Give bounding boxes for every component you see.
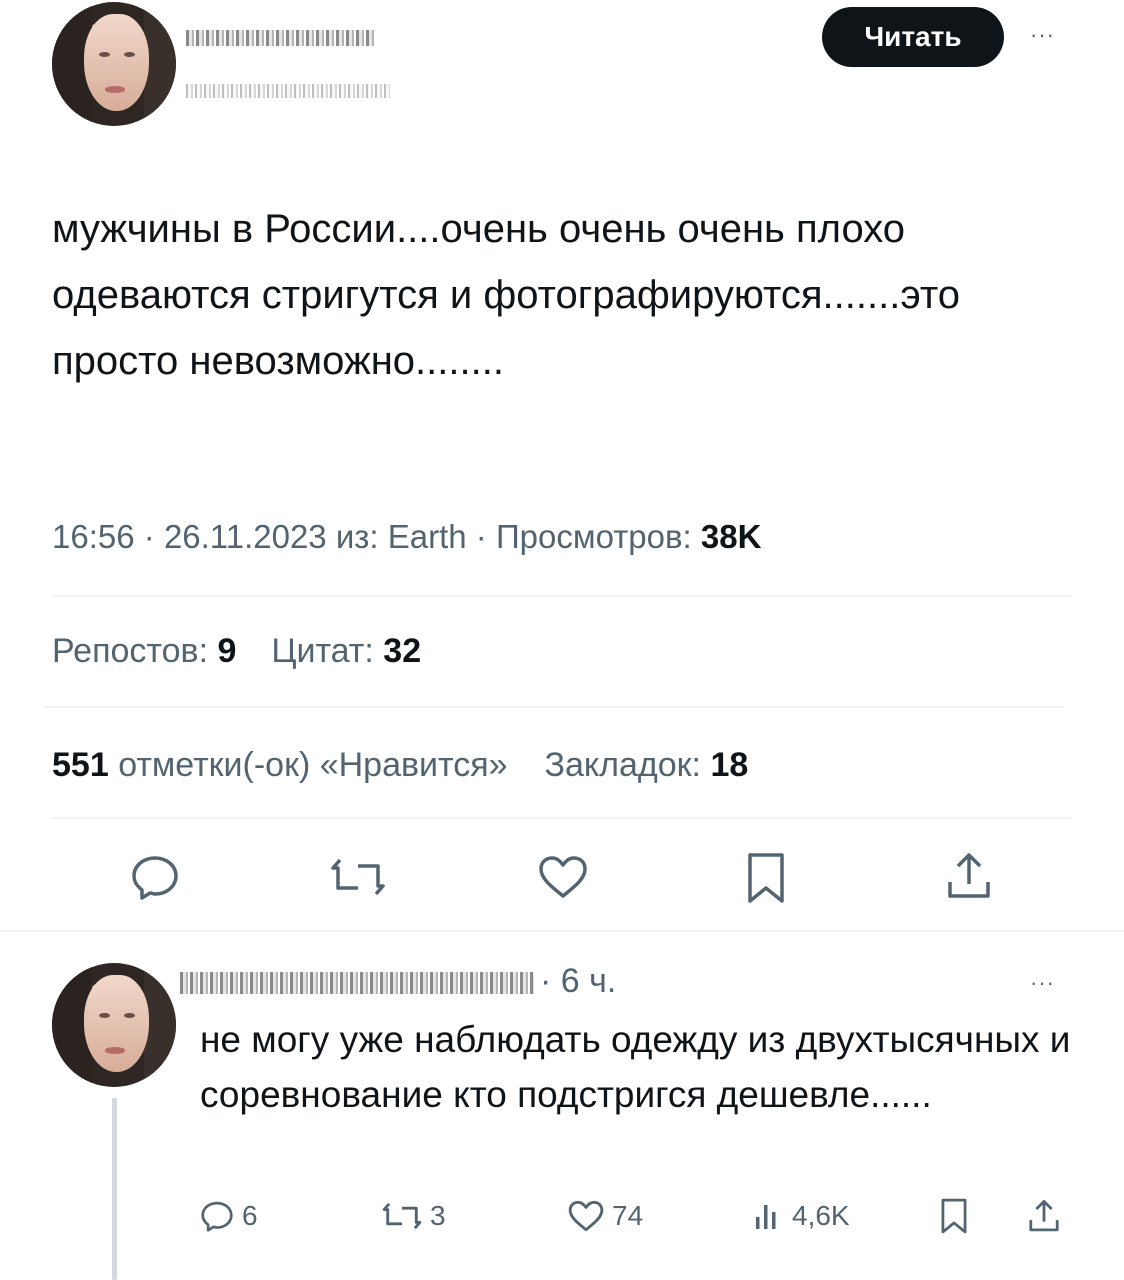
follow-button[interactable]: Читать [822,7,1004,67]
likes-bookmark-stats: 551 отметки(-ок) «Нравится» Закладок: 18 [52,746,748,785]
views-count: 38K [700,518,762,555]
quotes-stat[interactable]: Цитат: 32 [271,632,421,670]
like-icon[interactable] [538,855,588,899]
bookmark-icon[interactable] [746,852,786,904]
tweet-source: Earth [387,518,467,555]
bookmark-icon [941,1198,967,1234]
likes-stat[interactable]: 551 отметки(-ок) «Нравится» [52,746,508,784]
views-count: 4,6K [792,1200,850,1231]
divider [52,817,1072,819]
reply-count: 6 [242,1200,258,1231]
repost-icon[interactable] [330,856,386,898]
reply-like-button[interactable]: 74 [568,1196,643,1236]
author-avatar[interactable] [52,2,176,126]
tweet-time[interactable]: 16:56 [52,518,135,555]
divider [0,930,1124,932]
repost-count: 3 [430,1200,446,1231]
thread-line [112,1098,117,1280]
reply-author-avatar[interactable] [52,963,176,1087]
reply-repost-button[interactable]: 3 [382,1196,446,1236]
like-icon [568,1200,604,1232]
repost-icon [382,1202,422,1230]
tweet-text: мужчины в России....очень очень очень пл… [52,207,960,383]
like-count: 74 [612,1200,644,1231]
reply-share-button[interactable] [1028,1196,1060,1236]
reply-views-button[interactable]: 4,6K [754,1196,850,1236]
reply-icon [201,1201,233,1232]
share-icon[interactable] [946,852,992,900]
share-icon [1029,1200,1059,1232]
more-options-icon[interactable]: ··· [1030,22,1055,48]
author-name-redacted[interactable] [186,30,376,46]
tweet-date[interactable]: 26.11.2023 [164,518,327,555]
divider [44,706,1064,708]
source-label: из: [335,518,379,555]
repost-quote-stats: Репостов: 9 Цитат: 32 [52,632,421,671]
reply-icon[interactable] [130,854,180,900]
reposts-stat[interactable]: Репостов: 9 [52,632,236,670]
tweet-meta: 16:56 · 26.11.2023 из: Earth · Просмотро… [52,518,762,555]
reply-author-name-redacted[interactable] [180,972,534,994]
author-handle-redacted [186,84,390,98]
reply-more-options-icon[interactable]: ··· [1030,970,1055,996]
reply-text: не могу уже наблюдать одежду из двухтыся… [200,1019,1071,1115]
divider [52,595,1072,597]
views-icon [756,1205,776,1229]
bookmarks-stat[interactable]: Закладок: 18 [544,746,748,784]
views-label: Просмотров: [495,518,692,555]
reply-reply-button[interactable]: 6 [200,1196,258,1236]
reply-time[interactable]: · 6 ч. [540,962,616,1001]
reply-bookmark-button[interactable] [940,1196,968,1236]
